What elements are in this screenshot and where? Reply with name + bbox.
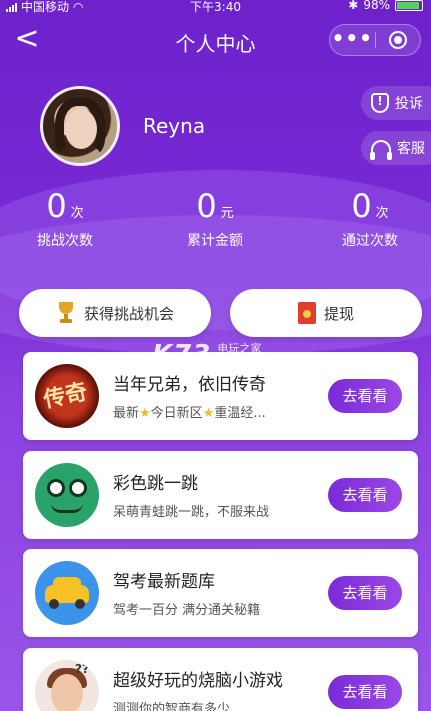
game-subtitle: 最新★今日新区★重温经...: [113, 406, 266, 421]
game-subtitle: 驾考一百分 满分通关秘籍: [113, 603, 261, 618]
avatar-face: [65, 109, 97, 149]
game-title: 驾考最新题库: [113, 572, 215, 592]
game-title: 彩色跳一跳: [113, 474, 198, 494]
stat-pass-count: 0次 通过次数: [305, 186, 431, 250]
bluetooth-icon: ✱: [348, 0, 359, 12]
stat-challenge-count: 0次 挑战次数: [0, 186, 130, 250]
more-dots-icon: •••: [331, 26, 373, 50]
withdraw-label: 提现: [323, 304, 354, 323]
more-button[interactable]: •••: [330, 25, 375, 55]
headset-icon: [370, 140, 392, 160]
get-challenge-chance-button[interactable]: 获得挑战机会: [19, 289, 211, 337]
list-item[interactable]: 驾考最新题库 驾考一百分 满分通关秘籍 去看看: [23, 549, 418, 637]
list-item[interactable]: ?? 超级好玩的烧脑小游戏 测测你的智商有多少 去看看: [23, 648, 418, 711]
report-label: 投诉: [395, 96, 423, 112]
list-item[interactable]: 彩色跳一跳 呆萌青蛙跳一跳，不服来战 去看看: [23, 451, 418, 539]
star-icon: ★: [202, 406, 215, 421]
stat-label: 累计金额: [187, 233, 243, 249]
view-button[interactable]: 去看看: [328, 675, 402, 709]
watermark-text: 电玩之家 .com: [217, 342, 262, 367]
watermark: K73 电玩之家 .com: [152, 340, 261, 370]
battery-icon: [395, 0, 423, 11]
game-subtitle: 呆萌青蛙跳一跳，不服来战: [113, 505, 270, 520]
customer-service-button[interactable]: 客服: [361, 131, 431, 165]
view-button[interactable]: 去看看: [328, 478, 402, 512]
view-button[interactable]: 去看看: [328, 576, 402, 610]
nav-bar: < 个人中心 •••: [0, 18, 431, 62]
view-button[interactable]: 去看看: [328, 379, 402, 413]
stat-value: 0: [46, 187, 67, 225]
stat-total-amount: 0元 累计金额: [150, 186, 280, 250]
game-icon-text: 传奇: [41, 379, 90, 414]
brain-game-icon: ??: [35, 660, 99, 711]
game-subtitle: 测测你的智商有多少: [113, 702, 231, 711]
service-label: 客服: [397, 141, 425, 157]
stat-unit: 元: [220, 206, 234, 221]
game-title: 当年兄弟，依旧传奇: [113, 375, 266, 395]
red-envelope-icon: [297, 302, 316, 324]
shield-alert-icon: [371, 93, 389, 113]
get-chance-label: 获得挑战机会: [83, 304, 174, 323]
target-circle-icon: [388, 31, 407, 49]
frog-game-icon: [35, 463, 99, 527]
report-button[interactable]: 投诉: [361, 86, 431, 120]
star-icon: ★: [139, 406, 151, 421]
status-right: ✱ 98%: [348, 0, 423, 12]
game-icon: 传奇: [35, 364, 99, 428]
status-bar: 中国移动 ◠ 下午3:40 ✱ 98%: [0, 0, 431, 16]
username: Reyna: [143, 114, 206, 138]
game-icon-text: ??: [75, 662, 89, 676]
close-button[interactable]: [376, 25, 421, 55]
stat-value: 0: [196, 187, 217, 225]
game-title: 超级好玩的烧脑小游戏: [113, 671, 283, 691]
watermark-logo: K73: [152, 340, 212, 370]
mini-program-capsule: •••: [329, 24, 421, 56]
stat-label: 挑战次数: [37, 233, 93, 249]
car-game-icon: [35, 561, 99, 625]
screen: 中国移动 ◠ 下午3:40 ✱ 98% < 个人中心 ••• Reyna ! 投…: [0, 0, 431, 711]
withdraw-button[interactable]: 提现: [230, 289, 422, 337]
avatar[interactable]: [40, 86, 120, 166]
stat-unit: 次: [375, 206, 389, 221]
stat-value: 0: [351, 187, 372, 225]
trophy-icon: [56, 302, 76, 324]
battery-percent: 98%: [363, 0, 390, 12]
stat-label: 通过次数: [342, 233, 398, 249]
stat-unit: 次: [70, 206, 84, 221]
